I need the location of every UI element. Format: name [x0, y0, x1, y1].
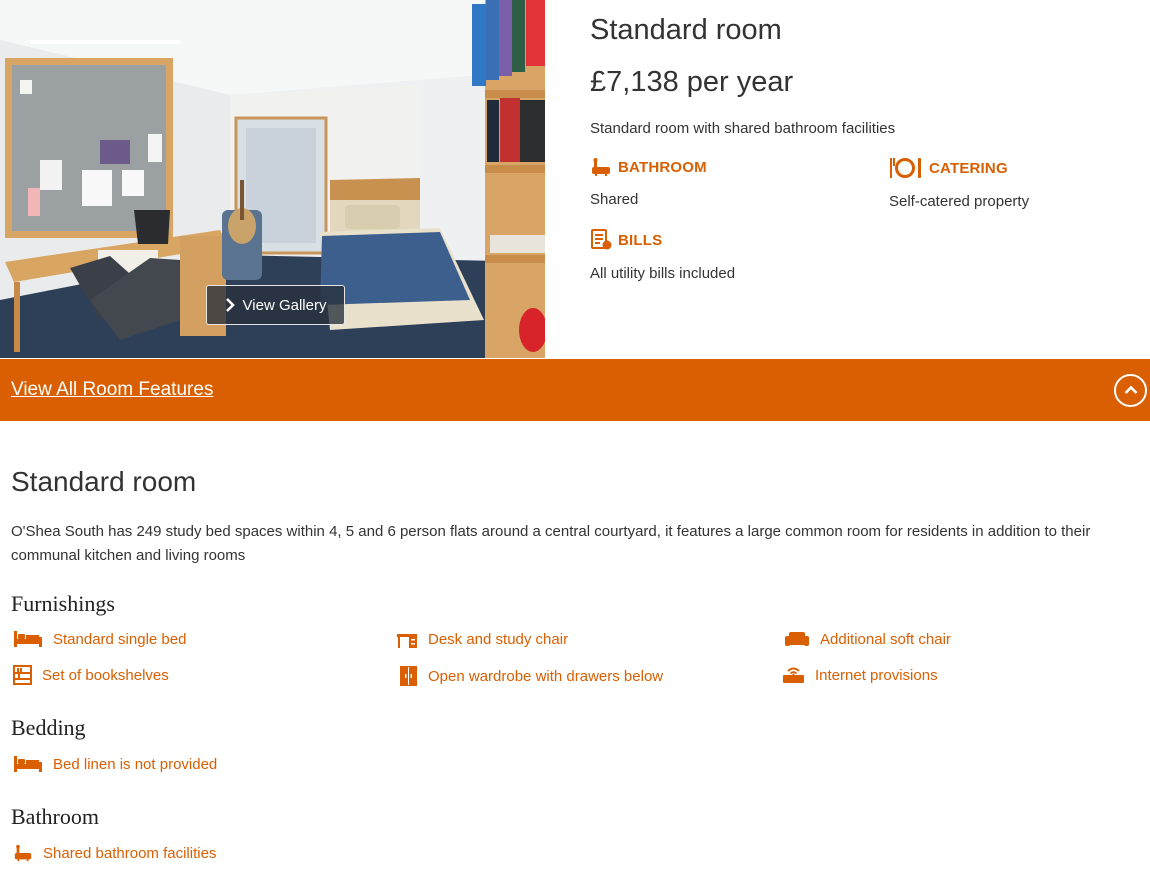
furnishing-label: Desk and study chair [428, 630, 569, 648]
feature-catering: CATERING Self-catered property [889, 157, 1029, 210]
room-details: Standard room O'Shea South has 249 study… [11, 466, 1131, 564]
room-price: £7,138 per year [590, 66, 794, 98]
furnishing-label: Additional soft chair [820, 630, 951, 648]
bath-icon [13, 843, 33, 863]
view-all-room-features-link[interactable]: View All Room Features [11, 379, 213, 401]
furnishing-item[interactable]: Additional soft chair [784, 629, 951, 649]
feature-bills-heading: BILLS [618, 231, 663, 249]
bedding-heading: Bedding [11, 715, 86, 740]
feature-catering-heading: CATERING [929, 159, 1008, 177]
furnishing-label: Set of bookshelves [42, 666, 169, 684]
bathroom-heading: Bathroom [11, 804, 99, 829]
furnishing-label: Internet provisions [815, 666, 938, 684]
view-gallery-label: View Gallery [242, 296, 327, 314]
feature-bathroom-heading: BATHROOM [618, 158, 707, 176]
sofa-icon [784, 629, 810, 649]
bedding-label: Bed linen is not provided [53, 755, 218, 773]
room-photo[interactable]: View Gallery [0, 0, 545, 358]
router-icon [782, 665, 805, 685]
bathroom-item[interactable]: Shared bathroom facilities [13, 843, 216, 863]
feature-bills-value: All utility bills included [590, 265, 736, 282]
furnishing-label: Open wardrobe with drawers below [428, 667, 664, 685]
chevron-right-icon [225, 298, 235, 312]
furnishing-item[interactable]: Desk and study chair [396, 629, 568, 649]
furnishings-heading: Furnishings [11, 591, 115, 616]
room-title: Standard room [590, 14, 782, 46]
bed-icon [13, 629, 43, 649]
furnishing-item[interactable]: Standard single bed [13, 629, 186, 649]
plate-cutlery-icon [889, 157, 923, 179]
furnishing-item[interactable]: Internet provisions [782, 665, 938, 685]
wardrobe-icon [399, 665, 418, 687]
furnishing-item[interactable]: Open wardrobe with drawers below [399, 665, 663, 687]
furnishing-item[interactable]: Set of bookshelves [13, 665, 169, 685]
room-description: Standard room with shared bathroom facil… [590, 120, 896, 137]
details-title: Standard room [11, 466, 197, 497]
bedding-item[interactable]: Bed linen is not provided [13, 754, 217, 774]
collapse-toggle-button[interactable] [1114, 374, 1147, 407]
room-summary: View Gallery Standard room £7,138 per ye… [0, 0, 1150, 358]
feature-bathroom-value: Shared [590, 191, 639, 208]
desk-icon [396, 629, 418, 649]
bills-icon [590, 229, 612, 251]
view-gallery-button[interactable]: View Gallery [206, 285, 345, 325]
bathroom-label: Shared bathroom facilities [43, 844, 217, 862]
chevron-up-icon [1124, 382, 1138, 400]
room-features-bar: View All Room Features [0, 359, 1150, 421]
bookshelf-icon [13, 665, 32, 685]
bed-icon [13, 754, 43, 774]
details-paragraph: O'Shea South has 249 study bed spaces wi… [11, 523, 1091, 564]
bath-icon [590, 157, 612, 177]
feature-bathroom: BATHROOM Shared [590, 157, 707, 208]
feature-bills: BILLS All utility bills included [590, 229, 735, 282]
furnishing-label: Standard single bed [53, 630, 187, 648]
feature-catering-value: Self-catered property [889, 193, 1030, 210]
